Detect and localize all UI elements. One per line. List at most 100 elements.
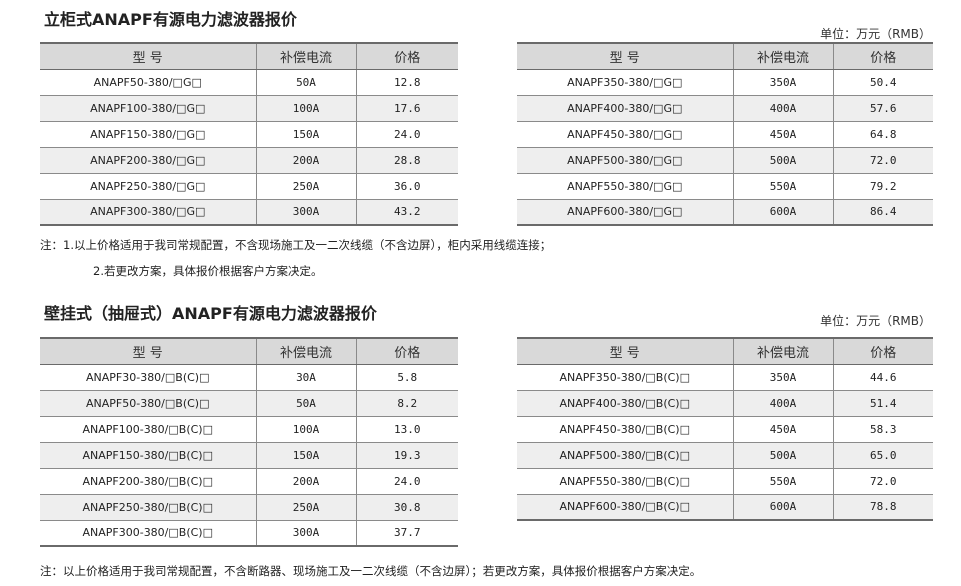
table-row: ANAPF450-380/□G□ 450A 64.8	[517, 120, 933, 147]
header-model: 型 号	[40, 43, 256, 70]
table-row: ANAPF300-380/□B(C)□ 300A 37.7	[40, 519, 458, 546]
current-cell: 550A	[732, 172, 833, 199]
current-cell: 150A	[255, 120, 356, 147]
table-row: ANAPF150-380/□G□ 150A 24.0	[40, 120, 458, 147]
model-cell: ANAPF300-380/□G□	[40, 198, 256, 225]
model-cell: ANAPF250-380/□B(C)□	[40, 493, 256, 520]
section1-title: 立柜式ANAPF有源电力滤波器报价	[44, 10, 297, 29]
model-cell: ANAPF50-380/□G□	[40, 68, 256, 95]
header-model: 型 号	[40, 338, 256, 365]
model-cell: ANAPF600-380/□B(C)□	[517, 493, 733, 520]
model-cell: ANAPF550-380/□G□	[517, 172, 733, 199]
header-price: 价格	[832, 43, 933, 70]
price-cell: 44.6	[832, 363, 933, 390]
section2-right-price-table: 型 号 补偿电流 价格 ANAPF350-380/□B(C)□ 350A 44.…	[517, 337, 933, 521]
current-cell: 350A	[732, 363, 833, 390]
current-cell: 30A	[255, 363, 356, 390]
table-row: ANAPF150-380/□B(C)□ 150A 19.3	[40, 441, 458, 468]
table-row: ANAPF350-380/□G□ 350A 50.4	[517, 68, 933, 95]
price-cell: 19.3	[355, 441, 458, 468]
model-cell: ANAPF50-380/□B(C)□	[40, 389, 256, 416]
header-price: 价格	[355, 338, 458, 365]
price-cell: 28.8	[355, 146, 458, 173]
section2-unit-label: 单位：万元（RMB）	[820, 314, 931, 328]
table-row: ANAPF550-380/□G□ 550A 79.2	[517, 172, 933, 199]
price-cell: 79.2	[832, 172, 933, 199]
price-cell: 65.0	[832, 441, 933, 468]
table-row: ANAPF400-380/□B(C)□ 400A 51.4	[517, 389, 933, 416]
model-cell: ANAPF500-380/□G□	[517, 146, 733, 173]
header-current: 补偿电流	[732, 338, 833, 365]
table-row: ANAPF300-380/□G□ 300A 43.2	[40, 198, 458, 225]
section2-note: 注：以上价格适用于我司常规配置，不含断路器、现场施工及一二次线缆（不含边屏）；若…	[40, 564, 702, 578]
current-cell: 200A	[255, 146, 356, 173]
current-cell: 500A	[732, 146, 833, 173]
table-row: ANAPF550-380/□B(C)□ 550A 72.0	[517, 467, 933, 494]
section1-right-price-table: 型 号 补偿电流 价格 ANAPF350-380/□G□ 350A 50.4 A…	[517, 42, 933, 226]
price-cell: 78.8	[832, 493, 933, 520]
current-cell: 500A	[732, 441, 833, 468]
model-cell: ANAPF30-380/□B(C)□	[40, 363, 256, 390]
current-cell: 450A	[732, 120, 833, 147]
table-row: ANAPF50-380/□G□ 50A 12.8	[40, 68, 458, 95]
header-price: 价格	[832, 338, 933, 365]
price-cell: 17.6	[355, 94, 458, 121]
table-row: ANAPF250-380/□B(C)□ 250A 30.8	[40, 493, 458, 520]
current-cell: 300A	[255, 519, 356, 546]
model-cell: ANAPF400-380/□G□	[517, 94, 733, 121]
model-cell: ANAPF500-380/□B(C)□	[517, 441, 733, 468]
price-cell: 13.0	[355, 415, 458, 442]
current-cell: 250A	[255, 493, 356, 520]
header-current: 补偿电流	[255, 338, 356, 365]
price-cell: 43.2	[355, 198, 458, 225]
table-row: ANAPF600-380/□B(C)□ 600A 78.8	[517, 493, 933, 520]
model-cell: ANAPF350-380/□B(C)□	[517, 363, 733, 390]
section1-note-1: 注：1.以上价格适用于我司常规配置，不含现场施工及一二次线缆（不含边屏），柜内采…	[40, 238, 552, 252]
table-row: ANAPF400-380/□G□ 400A 57.6	[517, 94, 933, 121]
table-row: ANAPF50-380/□B(C)□ 50A 8.2	[40, 389, 458, 416]
model-cell: ANAPF150-380/□G□	[40, 120, 256, 147]
price-cell: 58.3	[832, 415, 933, 442]
price-cell: 57.6	[832, 94, 933, 121]
model-cell: ANAPF450-380/□G□	[517, 120, 733, 147]
model-cell: ANAPF150-380/□B(C)□	[40, 441, 256, 468]
price-cell: 24.0	[355, 467, 458, 494]
table-row: ANAPF350-380/□B(C)□ 350A 44.6	[517, 363, 933, 390]
current-cell: 250A	[255, 172, 356, 199]
table-row: ANAPF450-380/□B(C)□ 450A 58.3	[517, 415, 933, 442]
current-cell: 200A	[255, 467, 356, 494]
current-cell: 550A	[732, 467, 833, 494]
section2-title: 壁挂式（抽屉式）ANAPF有源电力滤波器报价	[44, 304, 377, 323]
price-cell: 72.0	[832, 467, 933, 494]
current-cell: 50A	[255, 68, 356, 95]
current-cell: 400A	[732, 389, 833, 416]
section1-left-price-table: 型 号 补偿电流 价格 ANAPF50-380/□G□ 50A 12.8 ANA…	[40, 42, 458, 226]
price-cell: 24.0	[355, 120, 458, 147]
header-price: 价格	[355, 43, 458, 70]
price-cell: 5.8	[355, 363, 458, 390]
model-cell: ANAPF100-380/□B(C)□	[40, 415, 256, 442]
table-row: ANAPF250-380/□G□ 250A 36.0	[40, 172, 458, 199]
price-cell: 64.8	[832, 120, 933, 147]
model-cell: ANAPF200-380/□B(C)□	[40, 467, 256, 494]
header-model: 型 号	[517, 43, 733, 70]
price-cell: 72.0	[832, 146, 933, 173]
current-cell: 50A	[255, 389, 356, 416]
current-cell: 100A	[255, 415, 356, 442]
current-cell: 400A	[732, 94, 833, 121]
price-cell: 51.4	[832, 389, 933, 416]
section1-note-2: 2.若更改方案，具体报价根据客户方案决定。	[93, 264, 323, 278]
current-cell: 300A	[255, 198, 356, 225]
header-model: 型 号	[517, 338, 733, 365]
price-cell: 30.8	[355, 493, 458, 520]
price-cell: 50.4	[832, 68, 933, 95]
model-cell: ANAPF100-380/□G□	[40, 94, 256, 121]
model-cell: ANAPF250-380/□G□	[40, 172, 256, 199]
model-cell: ANAPF450-380/□B(C)□	[517, 415, 733, 442]
price-cell: 86.4	[832, 198, 933, 225]
model-cell: ANAPF550-380/□B(C)□	[517, 467, 733, 494]
section2-left-price-table: 型 号 补偿电流 价格 ANAPF30-380/□B(C)□ 30A 5.8 A…	[40, 337, 458, 547]
price-cell: 8.2	[355, 389, 458, 416]
model-cell: ANAPF300-380/□B(C)□	[40, 519, 256, 546]
current-cell: 600A	[732, 493, 833, 520]
